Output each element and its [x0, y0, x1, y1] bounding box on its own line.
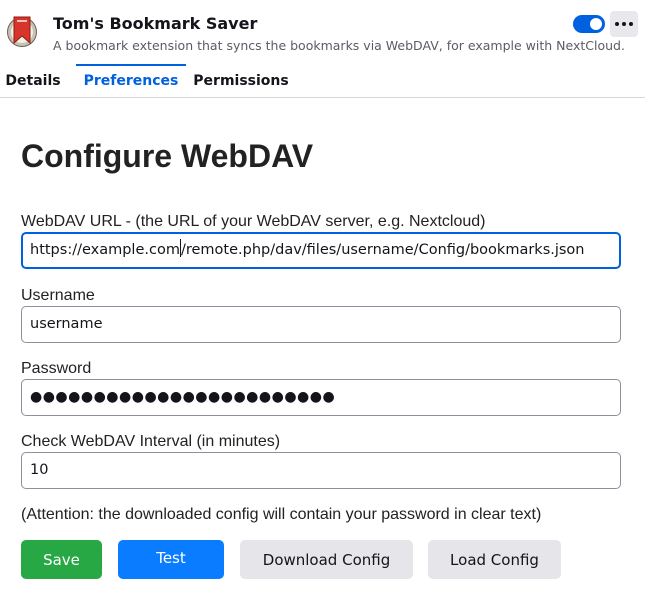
addon-description: A bookmark extension that syncs the book…: [53, 38, 625, 53]
url-text-after-caret: /remote.php/dav/files/username/Config/bo…: [180, 242, 585, 258]
password-value: ●●●●●●●●●●●●●●●●●●●●●●●●: [30, 389, 336, 405]
password-input[interactable]: ●●●●●●●●●●●●●●●●●●●●●●●●: [21, 379, 621, 416]
enable-toggle[interactable]: [573, 15, 605, 33]
page-title: Configure WebDAV: [21, 138, 314, 174]
interval-value: 10: [30, 462, 49, 478]
url-text-before-caret: https://example.com: [30, 242, 180, 258]
username-value: username: [30, 316, 103, 332]
save-button[interactable]: Save: [21, 540, 102, 579]
more-options-icon: [615, 22, 633, 26]
addon-header: Tom's Bookmark Saver A bookmark extensio…: [0, 0, 645, 64]
tab-preferences[interactable]: Preferences: [76, 64, 186, 98]
tab-details[interactable]: Details: [0, 64, 66, 98]
load-config-button[interactable]: Load Config: [428, 540, 561, 579]
tab-permissions[interactable]: Permissions: [192, 64, 290, 98]
webdav-url-input[interactable]: https://example.com/remote.php/dav/files…: [21, 232, 621, 269]
more-options-button[interactable]: [610, 11, 638, 37]
bookmark-logo-icon: [7, 16, 37, 47]
attention-note: (Attention: the downloaded config will c…: [21, 506, 542, 523]
username-label: Username: [21, 287, 95, 304]
toggle-knob: [590, 18, 602, 30]
password-label: Password: [21, 360, 92, 377]
download-config-button[interactable]: Download Config: [240, 540, 413, 579]
tab-bar: Details Preferences Permissions: [0, 64, 645, 98]
username-input[interactable]: username: [21, 306, 621, 343]
interval-input[interactable]: 10: [21, 452, 621, 489]
addon-name: Tom's Bookmark Saver: [53, 14, 258, 33]
test-button[interactable]: Test: [118, 540, 224, 579]
interval-label: Check WebDAV Interval (in minutes): [21, 433, 281, 450]
webdav-url-label: WebDAV URL - (the URL of your WebDAV ser…: [21, 213, 486, 230]
